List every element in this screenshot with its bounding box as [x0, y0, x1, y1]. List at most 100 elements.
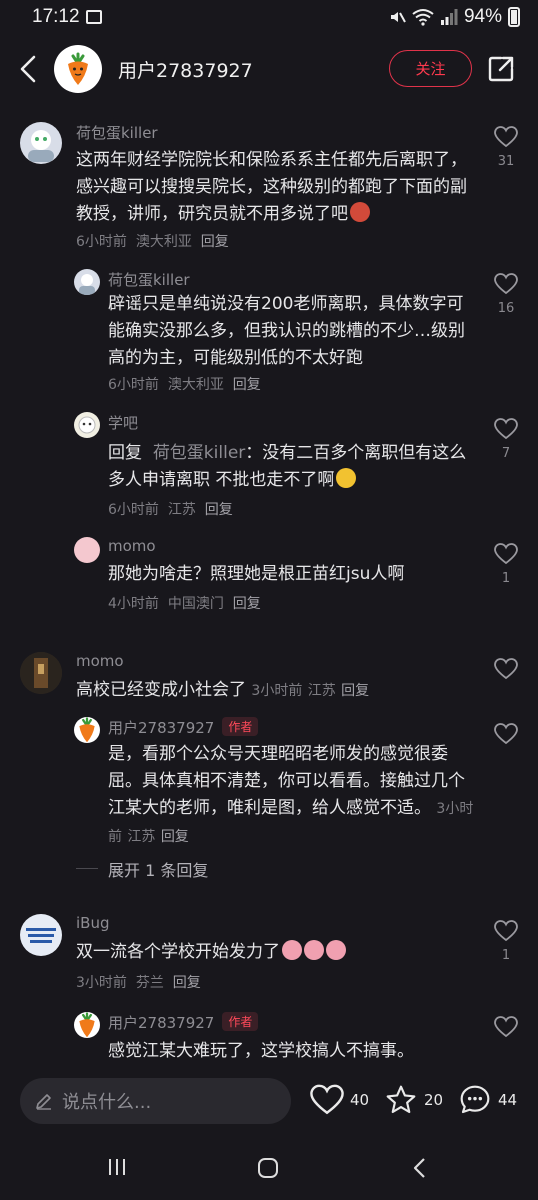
battery-icon [508, 7, 520, 27]
user-avatar[interactable] [20, 914, 62, 956]
reply-button[interactable]: 回复 [161, 829, 189, 845]
bottom-action-bar: 说点什么... 40 20 44 [0, 1068, 538, 1134]
favorite-action[interactable]: 20 [384, 1084, 443, 1116]
cry-emoji-icon [336, 468, 357, 488]
expand-replies-button[interactable]: 展开 1 条回复 [108, 857, 208, 881]
user-avatar[interactable] [20, 652, 62, 694]
reply-username[interactable]: momo [108, 537, 156, 555]
reply-button[interactable]: 回复 [173, 975, 201, 991]
comment-text[interactable]: 高校已经变成小社会了 3小时前 江苏 回复 [76, 677, 476, 705]
reply-text[interactable]: 辟谣只是单纯说没有200老师离职，具体数字可能确实没那么多，但我认识的跳槽的不少… [108, 291, 474, 372]
comment-input[interactable]: 说点什么... [20, 1078, 291, 1124]
share-icon[interactable] [486, 54, 516, 84]
reply-location: 江苏 [167, 502, 196, 518]
user-avatar[interactable] [20, 122, 62, 164]
like-button[interactable] [486, 658, 526, 680]
reply-username-text: 用户27837927 [108, 1014, 215, 1032]
comment-count: 44 [498, 1091, 518, 1109]
reply-button[interactable]: 回复 [233, 596, 261, 612]
reply-location: 中国澳门 [167, 596, 224, 612]
reply-meta: 6小时前 澳大利亚 回复 [108, 374, 261, 394]
carrot-icon [68, 52, 88, 85]
reply-text[interactable]: 感觉江某大难玩了，这学校搞人不搞事。 [108, 1038, 474, 1065]
cry-emoji-icon [282, 940, 302, 960]
carrot-icon [79, 1012, 95, 1038]
avatar-image-icon [78, 416, 96, 434]
user-avatar[interactable] [74, 1012, 100, 1038]
comment-text[interactable]: 这两年财经学院院长和保险系系主任都先后离职了，感兴趣可以搜搜吴院长，这种级别的都… [76, 147, 476, 228]
comment-username[interactable]: 荷包蛋killer [76, 122, 158, 143]
like-button[interactable] [486, 723, 526, 745]
back-arrow-icon[interactable] [14, 52, 44, 86]
reply-button[interactable]: 回复 [233, 377, 261, 393]
like-button[interactable]: 7 [486, 418, 526, 461]
star-icon [386, 1085, 416, 1114]
reply-text[interactable]: 回复 荷包蛋killer：没有二百多个离职但有这么多人申请离职 不批也走不了啊 [108, 440, 474, 494]
comment-bubble-icon [460, 1085, 490, 1114]
reply-to-user[interactable]: 荷包蛋killer [153, 443, 245, 463]
like-count: 1 [501, 571, 511, 586]
author-name[interactable]: 用户27837927 [118, 56, 253, 83]
author-badge: 作者 [222, 717, 259, 736]
reply-button[interactable]: 回复 [341, 683, 369, 699]
reply-location: 江苏 [127, 829, 156, 845]
heart-icon [494, 273, 518, 295]
reply-time: 6小时前 [108, 377, 159, 393]
comment-username[interactable]: iBug [76, 914, 110, 932]
expand-divider [76, 868, 98, 869]
comment-username[interactable]: momo [76, 652, 124, 670]
like-button[interactable]: 1 [486, 543, 526, 586]
user-avatar[interactable] [74, 412, 100, 438]
comment-meta: 3小时前 芬兰 回复 [76, 972, 201, 992]
reply-text-content: 是，看那个公众号天理昭昭老师发的感觉很委屈。具体真相不清楚，你可以看看。接触过几… [108, 744, 465, 818]
signal-icon [440, 9, 458, 25]
like-count: 16 [497, 301, 515, 316]
user-avatar[interactable] [74, 537, 100, 563]
reply-username[interactable]: 用户27837927 作者 [108, 1012, 259, 1033]
heart-icon [494, 543, 518, 565]
like-button[interactable]: 16 [486, 273, 526, 316]
reply-username-text: 用户27837927 [108, 719, 215, 737]
cry-emoji-icon [326, 940, 346, 960]
comment-text-content: 这两年财经学院院长和保险系系主任都先后离职了，感兴趣可以搜搜吴院长，这种级别的都… [76, 150, 467, 224]
heart-icon [494, 418, 518, 440]
user-avatar[interactable] [74, 717, 100, 743]
back-icon[interactable] [410, 1156, 430, 1180]
reply-username[interactable]: 学吧 [108, 412, 138, 433]
mute-icon [390, 12, 406, 23]
author-avatar[interactable] [54, 45, 102, 93]
comment-action[interactable]: 44 [458, 1084, 517, 1116]
like-action[interactable]: 40 [310, 1084, 369, 1116]
heart-icon [494, 658, 518, 680]
like-button[interactable]: 31 [486, 126, 526, 169]
system-nav-bar [0, 1134, 538, 1200]
like-count: 31 [497, 154, 515, 169]
home-icon[interactable] [256, 1156, 280, 1180]
reply-button[interactable]: 回复 [205, 502, 233, 518]
wifi-icon [412, 9, 434, 26]
reply-button[interactable]: 回复 [201, 234, 229, 250]
comment-meta: 6小时前 澳大利亚 回复 [76, 231, 229, 251]
like-count: 7 [501, 446, 511, 461]
reply-username[interactable]: 荷包蛋killer [108, 269, 190, 290]
comment-text[interactable]: 双一流各个学校开始发力了 [76, 939, 476, 966]
reply-location: 澳大利亚 [167, 377, 224, 393]
avatar-image-icon [28, 130, 54, 162]
reply-text[interactable]: 那她为啥走？照理她是根正苗红jsu人啊 [108, 561, 474, 588]
reply-text[interactable]: 是，看那个公众号天理昭昭老师发的感觉很委屈。具体真相不清楚，你可以看看。接触过几… [108, 741, 474, 851]
comment-input-placeholder: 说点什么... [62, 1092, 152, 1113]
recent-apps-icon[interactable] [106, 1156, 128, 1178]
status-right: 94% [388, 6, 520, 28]
heart-icon [494, 723, 518, 745]
gallery-notification-icon [86, 10, 102, 24]
comment-location: 江苏 [307, 683, 336, 699]
avatar-image-icon [79, 274, 95, 295]
follow-button[interactable]: 关注 [389, 50, 472, 87]
user-avatar[interactable] [74, 269, 100, 295]
reply-username[interactable]: 用户27837927 作者 [108, 717, 259, 738]
reply-meta: 4小时前 中国澳门 回复 [108, 593, 261, 613]
like-count: 40 [350, 1091, 370, 1109]
like-button[interactable] [486, 1016, 526, 1038]
like-button[interactable]: 1 [486, 920, 526, 963]
comment-location: 芬兰 [135, 975, 164, 991]
